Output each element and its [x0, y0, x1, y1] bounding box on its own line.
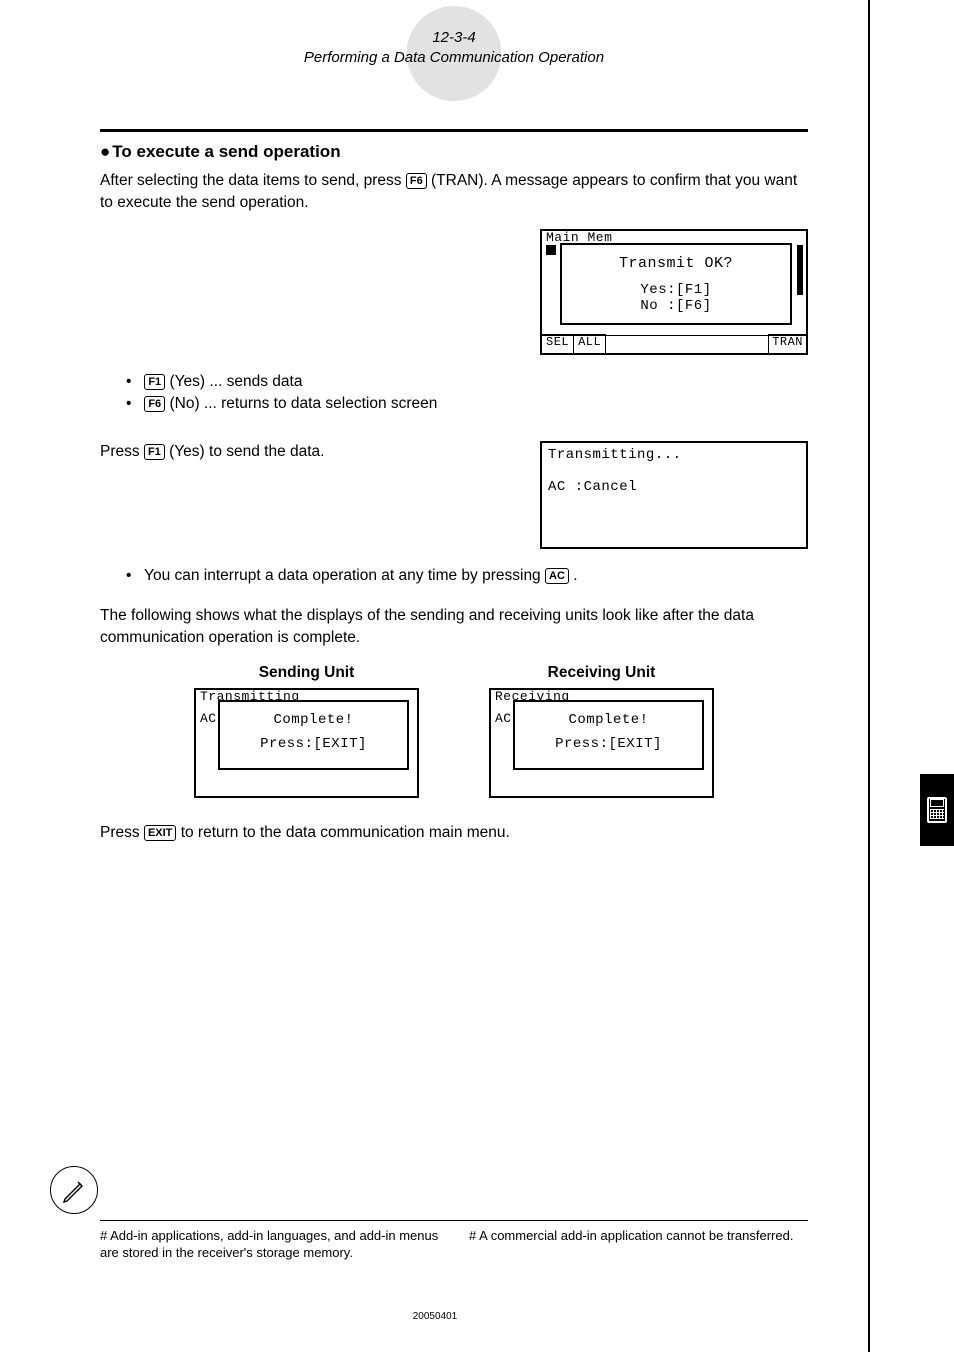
f6-key-icon-2: F6 — [144, 396, 165, 412]
f1-key-icon-2: F1 — [144, 444, 165, 460]
yes-option: Yes:[F1] — [572, 282, 780, 298]
notes-divider — [100, 1220, 808, 1221]
option-f6-line: • F6 (No) ... returns to data selection … — [100, 395, 808, 413]
f6-key-icon: F6 — [406, 173, 427, 189]
footer-notes: # Add-in applications, add-in languages,… — [100, 1166, 808, 1262]
option-f1-line: • F1 (Yes) ... sends data — [100, 373, 808, 391]
page-code: 20050401 — [0, 1311, 870, 1322]
footnote-right: # A commercial add-in application cannot… — [469, 1227, 808, 1262]
sending-complete: Complete! — [220, 712, 407, 728]
receiving-complete: Complete! — [515, 712, 702, 728]
press-before: Press — [100, 443, 144, 460]
interrupt-after: . — [573, 567, 577, 584]
exit-key-icon: EXIT — [144, 825, 176, 841]
softkey-tran: TRAN — [768, 334, 806, 353]
bullet-icon: ● — [100, 142, 110, 162]
calculator-icon — [927, 797, 947, 823]
transmitting-screen: Transmitting... AC :Cancel — [540, 441, 808, 549]
option-f6-text: (No) ... returns to data selection scree… — [169, 395, 437, 412]
section-rule — [100, 129, 808, 132]
page-subtitle: Performing a Data Communication Operatio… — [100, 48, 808, 68]
receiving-unit-screen: Receiving AC Complete! Press:[EXIT] — [489, 688, 714, 798]
sending-bg-line2: AC — [200, 712, 217, 727]
softkey-all: ALL — [574, 334, 606, 353]
units-row: Sending Unit Transmitting AC Complete! P… — [100, 664, 808, 798]
section-title-text: To execute a send operation — [112, 142, 340, 161]
no-option: No :[F6] — [572, 298, 780, 314]
sending-unit-screen: Transmitting AC Complete! Press:[EXIT] — [194, 688, 419, 798]
pencil-note-icon — [50, 1166, 98, 1214]
intro-paragraph: After selecting the data items to send, … — [100, 170, 808, 215]
return-after: to return to the data communication main… — [181, 824, 510, 841]
softkey-sel: SEL — [542, 334, 574, 353]
return-before: Press — [100, 824, 144, 841]
interrupt-line: • You can interrupt a data operation at … — [100, 567, 808, 585]
cursor-block-icon — [546, 245, 556, 255]
press-f1-line: Press F1 (Yes) to send the data. — [100, 441, 510, 463]
receiving-bg-line2: AC — [495, 712, 512, 727]
ac-key-icon: AC — [545, 568, 569, 584]
f1-key-icon: F1 — [144, 374, 165, 390]
transmitting-line: Transmitting... — [548, 447, 682, 463]
option-f1-text: (Yes) ... sends data — [169, 373, 302, 390]
sending-unit-title: Sending Unit — [194, 664, 419, 682]
side-tab — [920, 774, 954, 846]
confirm-dialog-screen: Main Mem Transmit OK? Yes:[F1] No :[F6] … — [540, 229, 808, 355]
return-line: Press EXIT to return to the data communi… — [100, 822, 808, 844]
followup-paragraph: The following shows what the displays of… — [100, 605, 808, 650]
section-title: ●To execute a send operation — [100, 142, 808, 163]
ac-cancel-line: AC :Cancel — [548, 479, 637, 495]
page-ref: 12-3-4 — [100, 28, 808, 48]
receiving-press-exit: Press:[EXIT] — [515, 736, 702, 752]
interrupt-before: You can interrupt a data operation at an… — [144, 567, 545, 584]
receiving-unit-title: Receiving Unit — [489, 664, 714, 682]
scrollbar-icon — [797, 245, 803, 295]
transmit-ok-prompt: Transmit OK? — [572, 255, 780, 272]
page-header: 12-3-4 Performing a Data Communication O… — [100, 28, 808, 69]
footnote-left: # Add-in applications, add-in languages,… — [100, 1227, 439, 1262]
press-after: (Yes) to send the data. — [169, 443, 324, 460]
intro-text-before: After selecting the data items to send, … — [100, 172, 406, 189]
sending-press-exit: Press:[EXIT] — [220, 736, 407, 752]
